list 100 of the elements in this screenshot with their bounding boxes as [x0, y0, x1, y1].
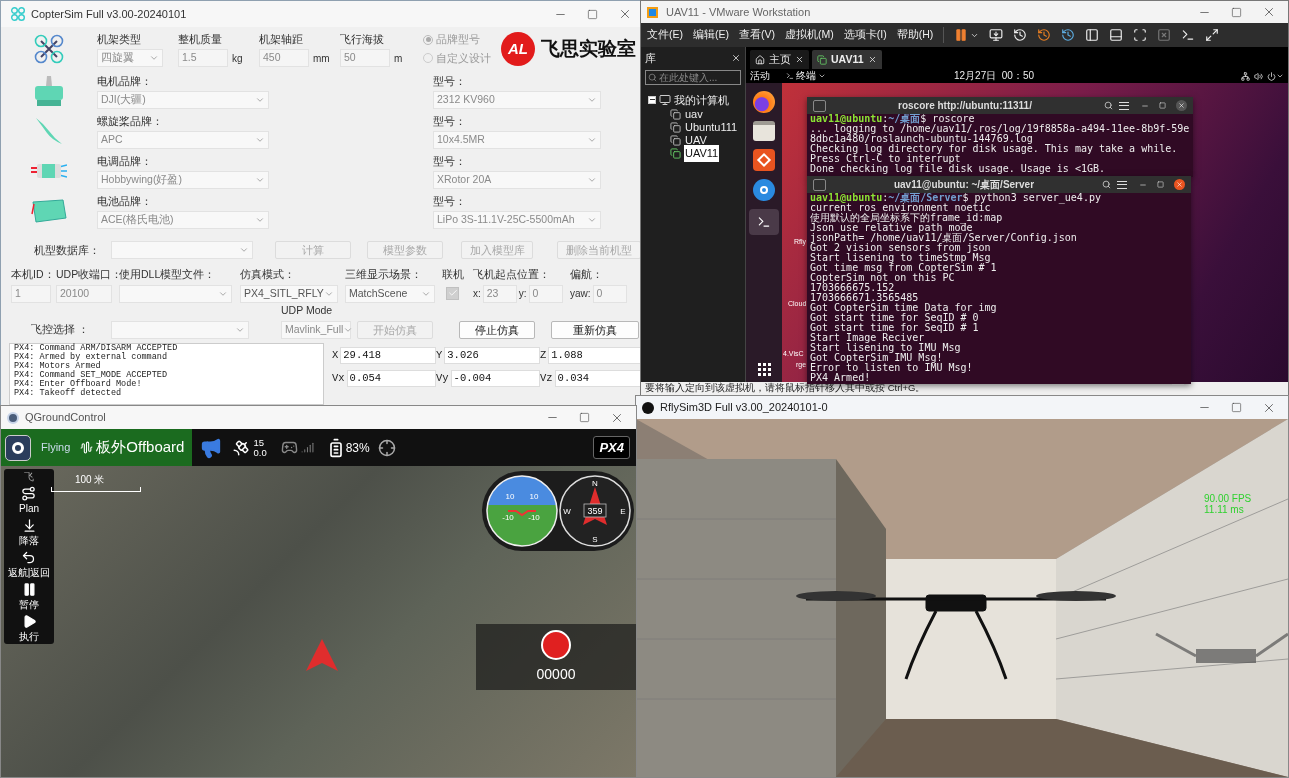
- dropdown[interactable]: PX4_SITL_RFLY: [240, 284, 338, 303]
- checkbox[interactable]: [446, 286, 459, 300]
- field-label: 型号：: [433, 193, 467, 209]
- map-tool-button[interactable]: 降落: [19, 518, 39, 546]
- terminal-title: uav11@ubuntu: ~/桌面/Server: [892, 178, 1036, 191]
- terminal-line: 1703666671.3565485: [810, 293, 920, 303]
- lab-logo-name: 飞思实验室: [541, 36, 636, 61]
- apps-grid-icon[interactable]: [757, 363, 771, 376]
- app-menu[interactable]: 终端: [786, 70, 954, 82]
- action-button[interactable]: 停止仿真: [459, 321, 535, 339]
- readout-label: Y: [436, 347, 443, 363]
- menu-item[interactable]: 查看(V): [739, 27, 775, 43]
- flight-state: Flying: [41, 440, 71, 456]
- record-button[interactable]: [541, 629, 571, 660]
- remote-control-icon[interactable]: [280, 439, 298, 456]
- close-button[interactable]: [1176, 100, 1187, 111]
- crosshair-icon[interactable]: [377, 438, 396, 457]
- pause-icon[interactable]: [954, 28, 969, 42]
- help-icon[interactable]: [753, 179, 775, 201]
- radio-label: 自定义设计: [436, 50, 491, 66]
- menu-icon[interactable]: [1117, 180, 1127, 189]
- terminal-icon[interactable]: [1181, 28, 1196, 42]
- terminal-app-icon[interactable]: [749, 209, 779, 235]
- tab[interactable]: UAV11: [812, 50, 882, 69]
- satellite-icon[interactable]: [232, 438, 251, 457]
- unit-label: kg: [232, 51, 243, 66]
- app-menu-button[interactable]: [5, 434, 31, 461]
- window-title: QGroundControl: [25, 410, 106, 426]
- clock-icon[interactable]: [1061, 28, 1076, 42]
- readout-label: X: [332, 347, 339, 363]
- terminal-line: Got start time for SeqID # 1: [810, 323, 980, 333]
- close-icon[interactable]: [1262, 5, 1276, 19]
- maximize-icon[interactable]: [587, 8, 598, 20]
- toolbar-header: 飞: [24, 471, 34, 482]
- menu-icon[interactable]: [1119, 101, 1129, 110]
- readout-label: Vz: [540, 370, 553, 386]
- menu-item[interactable]: 编辑(E): [693, 27, 729, 43]
- action-button[interactable]: 重新仿真: [551, 321, 639, 339]
- field-label: 型号：: [433, 113, 467, 129]
- panel-icon[interactable]: [1109, 28, 1124, 42]
- dropdown[interactable]: Hobbywing(好盈): [97, 171, 269, 190]
- quadcopter-frame-icon: [34, 34, 64, 64]
- compass-letter: N: [591, 479, 598, 488]
- close-icon[interactable]: [618, 7, 632, 21]
- virtual-machine-icon: [670, 122, 681, 133]
- menu-item[interactable]: 选项卡(I): [843, 27, 887, 43]
- window-title: UAV11 - VMware Workstation: [666, 4, 811, 20]
- browser-icon[interactable]: [753, 91, 775, 113]
- tree-item[interactable]: UAV11: [684, 145, 720, 162]
- unit-label: mm: [313, 51, 330, 66]
- terminal-icon: [786, 72, 794, 80]
- collapse-toggle[interactable]: [648, 95, 656, 104]
- pitch-label: -10: [527, 513, 540, 522]
- new-tab-icon[interactable]: [813, 99, 826, 112]
- map-tool-button[interactable]: 暂停: [19, 582, 39, 610]
- menu-item[interactable]: 虚拟机(M): [785, 27, 834, 43]
- close-button[interactable]: [1174, 179, 1185, 190]
- crossed-square-icon[interactable]: [1157, 28, 1172, 42]
- search-icon[interactable]: [1104, 101, 1113, 110]
- stretch-icon[interactable]: [1205, 28, 1220, 42]
- folder-icon[interactable]: [753, 121, 775, 141]
- menu-item[interactable]: 文件(E): [647, 27, 683, 43]
- pitch-label: 10: [505, 492, 514, 501]
- maximize-icon[interactable]: [1231, 402, 1242, 413]
- volume-icon: [1254, 71, 1263, 81]
- map-tool-button[interactable]: Plan: [19, 486, 39, 514]
- signal-icon[interactable]: [300, 441, 314, 454]
- sidebar-icon[interactable]: [1085, 28, 1100, 42]
- dropdown[interactable]: MatchScene: [345, 284, 436, 303]
- readout-label: Vx: [332, 370, 345, 386]
- terminal-line: Start Image Reciver: [810, 333, 925, 343]
- field-label: 仿真模式：: [240, 267, 296, 282]
- search-icon[interactable]: [1102, 180, 1111, 189]
- radio-label: 品牌型号: [436, 31, 480, 47]
- close-icon[interactable]: [731, 53, 741, 64]
- compass-letter: S: [591, 535, 598, 544]
- menu-item[interactable]: 帮助(H): [896, 27, 934, 43]
- map-tool-button[interactable]: 执行: [19, 614, 39, 642]
- fullscreen-icon[interactable]: [1133, 28, 1148, 42]
- tab[interactable]: 主页: [750, 50, 809, 69]
- new-tab-icon[interactable]: [813, 178, 826, 191]
- activities-button[interactable]: 活动: [750, 70, 786, 82]
- map-tool-button[interactable]: 返航|返回: [7, 550, 51, 578]
- maximize-icon[interactable]: [579, 412, 590, 423]
- lab-logo-mark: AL: [501, 32, 535, 66]
- tree-item[interactable]: 我的计算机: [674, 91, 729, 108]
- monitor-icon[interactable]: [989, 28, 1004, 42]
- computer-icon: [659, 93, 671, 106]
- clock-icon[interactable]: [1037, 28, 1052, 42]
- readout-label: Vy: [436, 370, 449, 386]
- log-line: PX4: Command SET_MODE ACCEPTED: [14, 371, 169, 380]
- px4-logo: PX4: [593, 435, 630, 460]
- search-field[interactable]: 在此处键入...: [645, 69, 741, 85]
- terminal-line: Got CopterSim time Data for img: [810, 303, 998, 313]
- dropdown[interactable]: 四旋翼: [97, 49, 163, 68]
- dropdown[interactable]: ACE(格氏电池): [97, 211, 269, 230]
- terminal-line: Got 2 vision sensors from json: [810, 243, 991, 253]
- flight-mode-button[interactable]: 板外Offboard: [80, 436, 185, 459]
- maximize-icon[interactable]: [1231, 6, 1242, 18]
- megaphone-icon[interactable]: [200, 436, 223, 459]
